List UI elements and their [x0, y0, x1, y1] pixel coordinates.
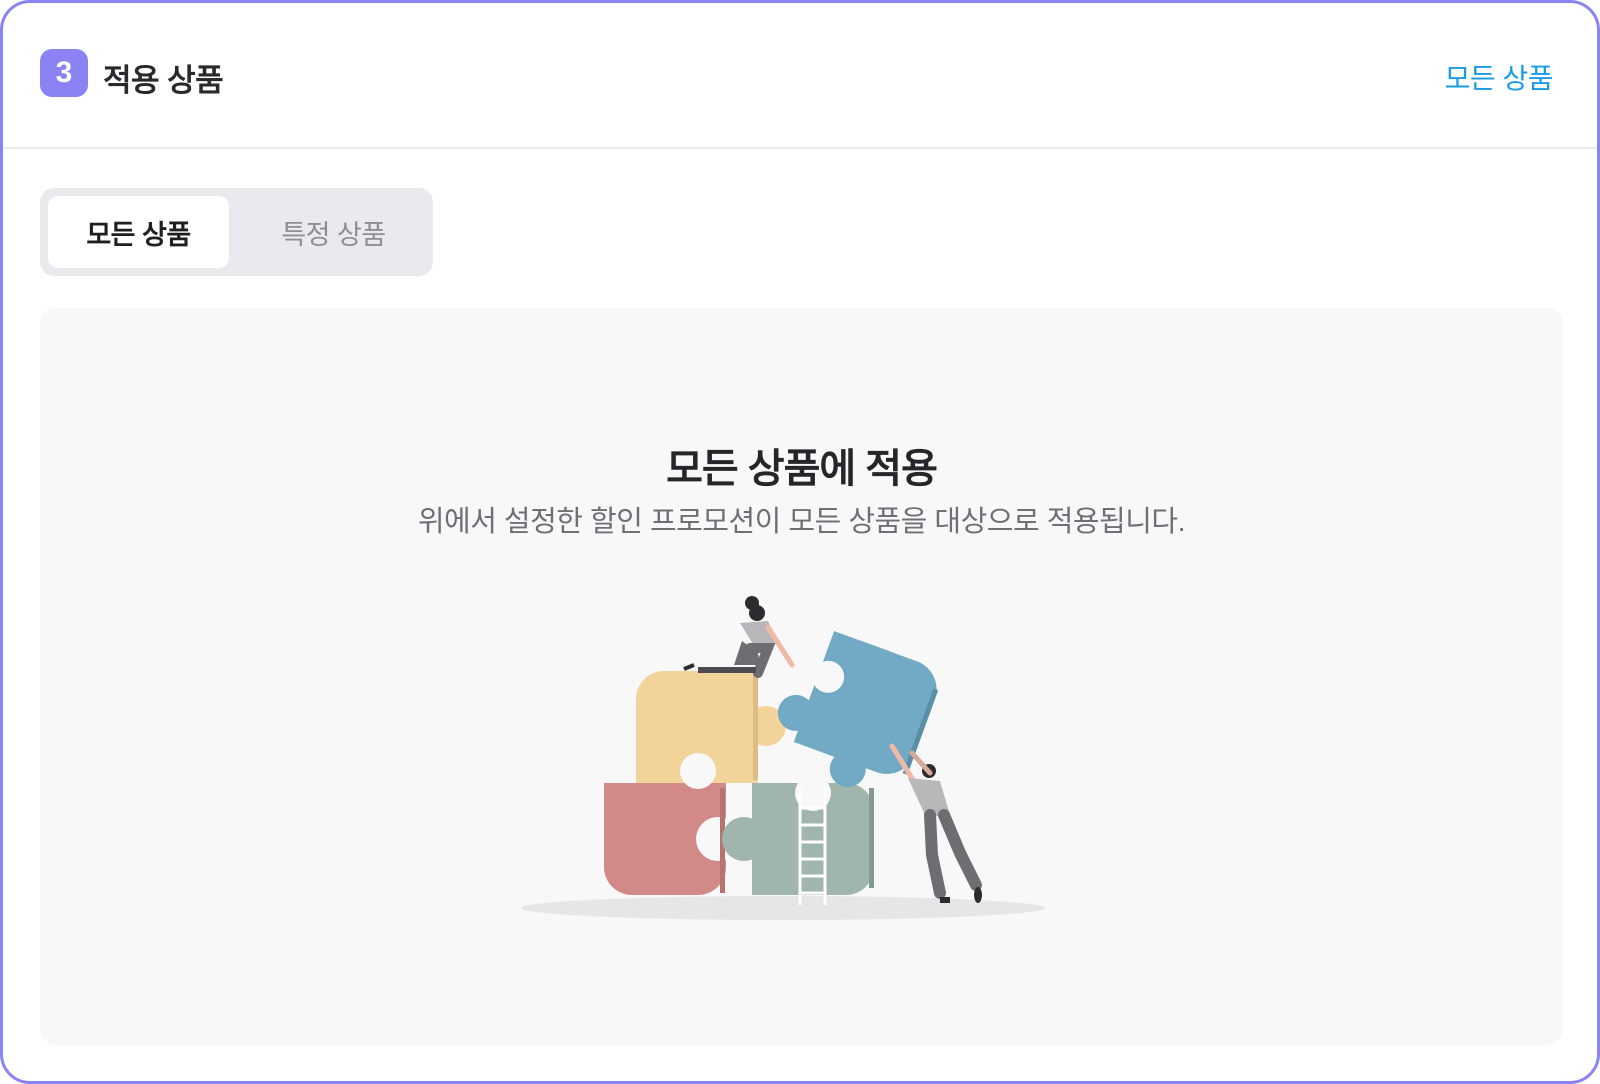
person-lifting — [889, 743, 982, 903]
card-header: 3 적용 상품 모든 상품 — [3, 3, 1597, 149]
panel-description: 위에서 설정한 할인 프로모션이 모든 상품을 대상으로 적용됩니다. — [417, 506, 1186, 538]
ground-shadow — [521, 896, 1045, 920]
blue-puzzle-piece — [777, 631, 939, 788]
product-scope-segmented-control: 모든 상품 특정 상품 — [40, 188, 433, 276]
green-puzzle-piece — [722, 775, 874, 895]
puzzle-teamwork-illustration — [521, 596, 1045, 920]
step-number-badge: 3 — [40, 49, 88, 97]
panel-title: 모든 상품에 적용 — [666, 447, 938, 491]
applied-products-card: 3 적용 상품 모든 상품 모든 상품 특정 상품 모든 상품에 적용 위에서 … — [0, 0, 1600, 1084]
segment-all-products[interactable]: 모든 상품 — [48, 196, 229, 268]
section-title: 적용 상품 — [103, 63, 224, 98]
person-kneeling — [683, 596, 795, 678]
yellow-puzzle-piece — [636, 671, 786, 789]
segment-specific-products[interactable]: 특정 상품 — [243, 196, 424, 268]
empty-state-panel: 모든 상품에 적용 위에서 설정한 할인 프로모션이 모든 상품을 대상으로 적… — [40, 308, 1563, 1045]
all-products-link[interactable]: 모든 상품 — [1445, 57, 1554, 97]
